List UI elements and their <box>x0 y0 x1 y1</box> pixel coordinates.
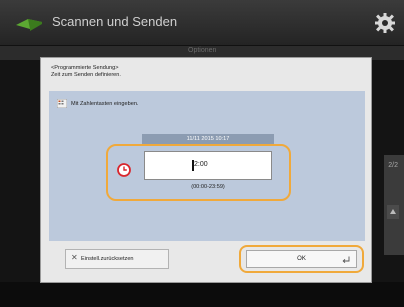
dialog-message-title: <Programmierte Sendung> <box>51 65 119 71</box>
app-header: Scannen und Senden <box>0 0 404 46</box>
page-indicator: 2/2 <box>388 162 398 169</box>
options-label: Optionen <box>188 47 217 54</box>
keypad-icon <box>57 99 67 108</box>
current-datetime: 11/11 2015 10:17 <box>142 134 274 144</box>
time-entry-panel: Mit Zahlentasten eingeben. 11/11 2015 10… <box>49 91 365 241</box>
ok-button[interactable]: OK <box>246 250 357 268</box>
app-title: Scannen und Senden <box>52 14 178 29</box>
gear-icon[interactable] <box>374 12 396 34</box>
send-time-value: 2:00 <box>194 161 208 168</box>
close-x-icon: ✕ <box>71 253 78 262</box>
ok-button-highlight: OK <box>239 245 364 273</box>
enter-return-icon <box>342 256 350 264</box>
ok-label: OK <box>297 256 306 262</box>
time-range-hint: (00:00-23:59) <box>191 184 225 190</box>
instruction-text: Mit Zahlentasten eingeben. <box>71 101 139 107</box>
reset-settings-label: Einstell.zurücksetzen <box>81 256 134 262</box>
arrow-up-icon <box>390 209 396 214</box>
reset-settings-button[interactable]: ✕ Einstell.zurücksetzen <box>65 249 169 269</box>
background-footer <box>0 282 404 307</box>
clock-icon <box>117 163 131 177</box>
dialog-message: <Programmierte Sendung> Zeit zum Senden … <box>51 65 121 79</box>
send-time-input[interactable]: 2:00 <box>144 151 272 180</box>
scheduled-send-dialog: <Programmierte Sendung> Zeit zum Senden … <box>40 57 372 283</box>
dialog-message-body: Zeit zum Senden definieren. <box>51 72 121 78</box>
time-input-highlight: 2:00 (00:00-23:59) <box>106 144 291 201</box>
scanner-logo-icon <box>16 19 42 31</box>
